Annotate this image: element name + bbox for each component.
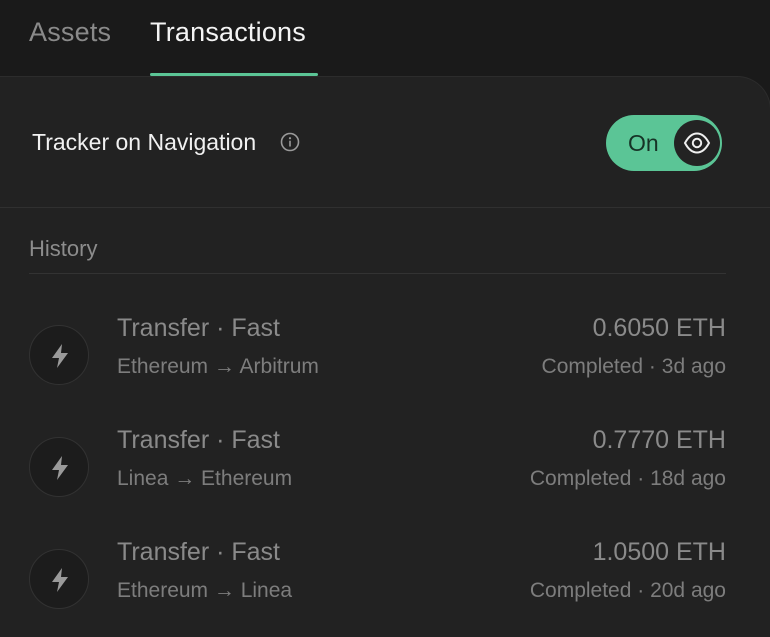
lightning-icon xyxy=(29,437,89,497)
tab-transactions[interactable]: Transactions xyxy=(150,12,306,52)
transaction-row[interactable]: Transfer · Fast Ethereum → Linea 1.0500 … xyxy=(0,536,770,636)
history-divider xyxy=(29,273,726,274)
transaction-status: Completed · 20d ago xyxy=(529,579,726,602)
transaction-row[interactable]: Transfer · Fast Linea → Ethereum 0.7770 … xyxy=(0,424,770,524)
transaction-title: Transfer · Fast xyxy=(117,538,280,566)
transaction-title: Transfer · Fast xyxy=(117,314,280,342)
transaction-route: Linea → Ethereum xyxy=(117,467,293,490)
tracker-label: Tracker on Navigation xyxy=(32,129,257,155)
tracker-toggle[interactable]: On xyxy=(606,115,722,171)
transaction-route: Ethereum → Linea xyxy=(117,579,293,602)
lightning-icon xyxy=(29,549,89,609)
tracker-setting-row: Tracker on Navigation On xyxy=(0,77,770,208)
transaction-amount: 0.7770 ETH xyxy=(592,426,726,454)
transaction-status: Completed · 3d ago xyxy=(541,355,726,378)
history-heading: History xyxy=(29,236,98,261)
toggle-knob xyxy=(674,120,720,166)
transaction-amount: 0.6050 ETH xyxy=(592,314,726,342)
tab-bar: Assets Transactions xyxy=(0,0,770,76)
lightning-icon xyxy=(29,325,89,385)
info-icon[interactable] xyxy=(280,132,300,152)
transaction-title: Transfer · Fast xyxy=(117,426,280,454)
transaction-row[interactable]: Transfer · Fast Ethereum → Arbitrum 0.60… xyxy=(0,312,770,412)
transaction-amount: 1.0500 ETH xyxy=(592,538,726,566)
transaction-status: Completed · 18d ago xyxy=(529,467,726,490)
toggle-label: On xyxy=(628,130,659,156)
transactions-panel: Tracker on Navigation On History Transfe… xyxy=(0,76,770,637)
tab-assets[interactable]: Assets xyxy=(29,12,111,52)
transaction-route: Ethereum → Arbitrum xyxy=(117,355,319,378)
eye-icon xyxy=(683,132,711,154)
